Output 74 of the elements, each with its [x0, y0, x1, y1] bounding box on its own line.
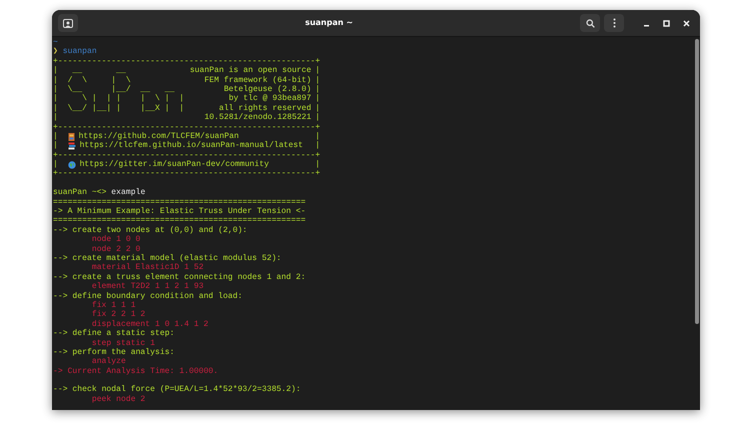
banner-border: |: [315, 94, 320, 104]
output-text: -> Current Analysis Time: 1.00000.: [53, 366, 218, 376]
menu-button[interactable]: [604, 14, 624, 32]
banner-border: |: [315, 113, 320, 123]
menu-icon: [612, 18, 616, 28]
banner-text: suanPan is an open source: [190, 66, 312, 76]
maximize-icon: [662, 20, 670, 26]
close-icon: [682, 20, 690, 26]
output-text: -> A Minimum Example: Elastic Truss Under Tension <-: [53, 207, 306, 216]
banner-border: |: [53, 104, 58, 113]
search-button[interactable]: [580, 14, 600, 32]
ascii-logo-text: \ | | | | \ | |: [81, 94, 184, 104]
ascii-logo-text: __ __: [71, 66, 126, 76]
banner-border: +-----------------------------------------------------+: [53, 169, 320, 178]
banner-border: |: [315, 104, 320, 113]
banner-border: |: [53, 66, 58, 76]
banner-border: |: [315, 141, 320, 151]
output-text: --> create two nodes at (0,0) and (2,0):: [53, 226, 248, 235]
books-icon: [68, 142, 76, 150]
command-text: suanpan: [62, 47, 97, 56]
prompt-text: suanPan ~<>: [53, 188, 106, 198]
command-text: node 2 2 0: [92, 244, 140, 254]
command-text: peek node 2: [92, 394, 146, 404]
banner-text: all rights reserved: [218, 104, 312, 113]
banner-border: +-----------------------------------------------------+: [53, 150, 320, 160]
output-text: ====================================================: [53, 198, 306, 207]
book-icon: [68, 132, 75, 141]
ascii-logo-text: \__ |__/ __ __: [66, 84, 174, 94]
command-text: material Elastic1D 1 52: [92, 263, 204, 272]
scrollbar-thumb[interactable]: [695, 39, 699, 324]
banner-border: |: [315, 160, 320, 170]
banner-text: by tlc @ 93bea897: [228, 94, 312, 104]
command-text: step static 1: [92, 338, 155, 348]
ascii-logo-text: \__/ |__| | |__X | |: [66, 104, 184, 114]
banner-border: |: [315, 84, 320, 94]
banner-text: FEM framework (64-bit): [204, 76, 312, 85]
banner-border: |: [315, 132, 320, 141]
window-title: suanpan ~: [305, 17, 353, 29]
link-text[interactable]: https://tlcfem.github.io/suanPan-manual/latest: [80, 141, 303, 151]
banner-border: |: [53, 76, 58, 85]
banner-text: 10.5281/zenodo.1285221: [204, 113, 312, 123]
banner-border: +-----------------------------------------------------+: [53, 122, 320, 132]
banner-border: |: [315, 66, 320, 76]
command-text: node 1 0 0: [92, 235, 140, 244]
output-text: --> check nodal force (P=UEA/L=1.4*52*93/2=3385.2):: [53, 385, 301, 394]
output-text: ====================================================: [53, 216, 306, 226]
banner-text: Betelgeuse (2.8.0): [224, 84, 312, 94]
link-text[interactable]: https://github.com/TLCFEM/suanPan: [78, 132, 239, 142]
output-text: --> create a truss element connecting nodes 1 and 2:: [53, 272, 306, 282]
output-text: --> define boundary condition and load:: [53, 292, 242, 301]
output-text: --> define a static step:: [53, 329, 174, 338]
output-text: --> perform the analysis:: [53, 348, 174, 357]
directory-text: ~: [53, 38, 58, 47]
globe-icon: [68, 160, 76, 169]
banner-border: |: [53, 113, 58, 123]
new-tab-button[interactable]: [58, 14, 78, 32]
banner-border: |: [53, 141, 58, 151]
banner-border: |: [315, 76, 320, 85]
command-text: fix 1 1 1: [92, 300, 136, 310]
banner-border: |: [53, 94, 58, 104]
command-text: displacement 1 0 1.4 1 2: [92, 320, 208, 329]
banner-border: |: [53, 84, 58, 94]
link-text[interactable]: https://gitter.im/suanPan-dev/community: [80, 160, 269, 170]
banner-border: |: [53, 132, 58, 141]
command-text: element T2D2 1 1 2 1 93: [92, 282, 204, 292]
search-icon: [586, 18, 594, 28]
command-text: fix 2 2 1 2: [92, 310, 146, 320]
command-text: analyze: [92, 357, 126, 366]
output-text: --> create material model (elastic modulus 52):: [53, 254, 282, 263]
prompt-symbol: ❯: [53, 47, 58, 56]
ascii-logo-text: / \ | \: [66, 76, 131, 85]
banner-border: |: [53, 160, 58, 170]
command-text: example: [111, 188, 146, 198]
banner-border: +-----------------------------------------------------+: [53, 56, 320, 66]
